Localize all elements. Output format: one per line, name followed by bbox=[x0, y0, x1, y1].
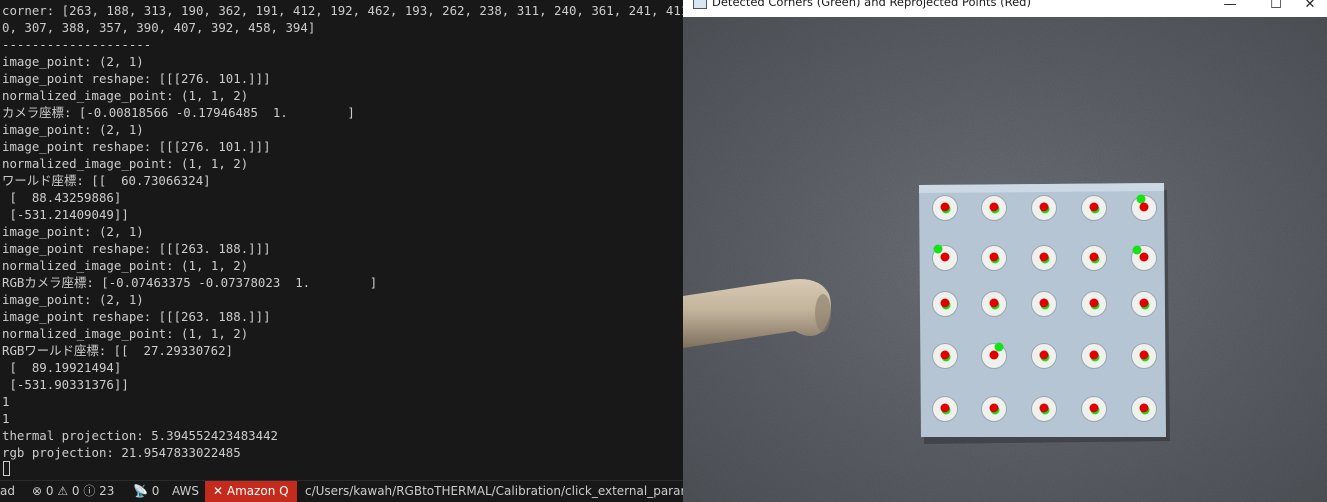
reprojected-point-marker bbox=[1089, 202, 1099, 212]
reprojected-point-marker bbox=[1039, 202, 1049, 212]
terminal-line: [-531.21409049]] bbox=[2, 207, 129, 222]
terminal-line: RGBワールド座標: [[ 27.29330762] bbox=[2, 343, 233, 358]
terminal-line: [ 88.43259886] bbox=[2, 190, 122, 205]
detected-corner-marker bbox=[933, 244, 943, 254]
reprojected-point-marker bbox=[1039, 252, 1049, 262]
status-bar: ad ⊗ 0 ⚠ 0 ⓘ 23 📡 0 AWS ✕ Amazon Q c/Use… bbox=[0, 480, 683, 502]
minimize-button[interactable]: — bbox=[1207, 0, 1253, 16]
reprojected-point-marker bbox=[940, 403, 950, 413]
reprojected-point-marker bbox=[1139, 298, 1149, 308]
terminal-line: 1 bbox=[2, 394, 10, 409]
terminal-line: image_point: (2, 1) bbox=[2, 54, 144, 69]
ports-indicator[interactable]: 📡 0 bbox=[133, 481, 159, 502]
reprojected-point-marker bbox=[1039, 350, 1049, 360]
terminal-cursor bbox=[3, 461, 10, 476]
terminal-line: thermal projection: 5.394552423483442 bbox=[2, 428, 279, 443]
terminal-line: normalized_image_point: (1, 1, 2) bbox=[2, 156, 249, 171]
reprojected-point-marker bbox=[1089, 298, 1099, 308]
terminal-line: normalized_image_point: (1, 1, 2) bbox=[2, 258, 249, 273]
reprojected-point-marker bbox=[989, 298, 999, 308]
terminal-line: image_point reshape: [[[263. 188.]]] bbox=[2, 241, 271, 256]
reprojected-point-marker bbox=[1139, 350, 1149, 360]
app-icon bbox=[693, 0, 707, 9]
reprojected-point-marker bbox=[1039, 403, 1049, 413]
terminal-line: [-531.90331376]] bbox=[2, 377, 129, 392]
close-button[interactable]: ✕ bbox=[1287, 0, 1327, 16]
detected-corner-marker bbox=[1132, 245, 1142, 255]
detected-corner-marker bbox=[1136, 194, 1146, 204]
reprojected-point-marker bbox=[1089, 350, 1099, 360]
terminal-line: corner: [263, 188, 313, 190, 362, 191, 4… bbox=[2, 3, 683, 18]
terminal-line: 1 bbox=[2, 411, 10, 426]
reprojected-point-marker bbox=[1089, 403, 1099, 413]
reprojected-point-marker bbox=[1039, 298, 1049, 308]
reprojected-point-marker bbox=[1139, 202, 1149, 212]
reprojected-point-marker bbox=[989, 403, 999, 413]
terminal-output: corner: [263, 188, 313, 190, 362, 191, 4… bbox=[2, 2, 683, 461]
calibration-image bbox=[683, 17, 1327, 502]
reprojected-point-marker bbox=[940, 202, 950, 212]
terminal-line: image_point: (2, 1) bbox=[2, 224, 144, 239]
reprojected-point-marker bbox=[989, 350, 999, 360]
terminal-line: ワールド座標: [[ 60.73066324] bbox=[2, 173, 211, 188]
terminal-line: RGBカメラ座標: [-0.07463375 -0.07378023 1. ] bbox=[2, 275, 378, 290]
broadcast-icon: 📡 bbox=[133, 484, 148, 498]
terminal-line: -------------------- bbox=[2, 37, 152, 52]
detected-corner-marker bbox=[994, 342, 1004, 352]
terminal-line: normalized_image_point: (1, 1, 2) bbox=[2, 326, 249, 341]
terminal-line: 0, 307, 388, 357, 390, 407, 392, 458, 39… bbox=[2, 20, 316, 35]
status-mode[interactable]: ad bbox=[0, 481, 15, 502]
file-path[interactable]: c/Users/kawah/RGBtoTHERMAL/Calibration/c… bbox=[305, 481, 683, 502]
reprojected-point-marker bbox=[940, 298, 950, 308]
reprojected-point-marker bbox=[1139, 252, 1149, 262]
reprojected-point-marker bbox=[940, 252, 950, 262]
reprojected-point-marker bbox=[1139, 403, 1149, 413]
terminal-panel[interactable]: corner: [263, 188, 313, 190, 362, 191, 4… bbox=[0, 0, 683, 480]
reprojected-point-marker bbox=[989, 202, 999, 212]
image-window[interactable]: Detected Corners (Green) and Reprojected… bbox=[683, 0, 1327, 502]
terminal-line: image_point reshape: [[[276. 101.]]] bbox=[2, 139, 271, 154]
terminal-line: image_point reshape: [[[276. 101.]]] bbox=[2, 71, 271, 86]
reprojected-point-marker bbox=[1089, 252, 1099, 262]
terminal-line: rgb projection: 21.9547833022485 bbox=[2, 445, 241, 460]
amazon-q-button[interactable]: ✕ Amazon Q bbox=[205, 481, 297, 502]
terminal-line: image_point: (2, 1) bbox=[2, 122, 144, 137]
terminal-line: [ 89.19921494] bbox=[2, 360, 122, 375]
ports-count: 0 bbox=[151, 484, 160, 498]
problems-indicator[interactable]: ⊗ 0 ⚠ 0 ⓘ 23 bbox=[32, 481, 114, 502]
reprojected-point-marker bbox=[940, 350, 950, 360]
terminal-line: image_point: (2, 1) bbox=[2, 292, 144, 307]
aws-indicator[interactable]: AWS bbox=[172, 481, 199, 502]
window-titlebar[interactable]: Detected Corners (Green) and Reprojected… bbox=[683, 0, 1327, 17]
reprojected-point-marker bbox=[989, 252, 999, 262]
window-title: Detected Corners (Green) and Reprojected… bbox=[712, 0, 1031, 9]
terminal-line: カメラ座標: [-0.00818566 -0.17946485 1. ] bbox=[2, 105, 355, 120]
terminal-line: normalized_image_point: (1, 1, 2) bbox=[2, 88, 249, 103]
terminal-line: image_point reshape: [[[263. 188.]]] bbox=[2, 309, 271, 324]
